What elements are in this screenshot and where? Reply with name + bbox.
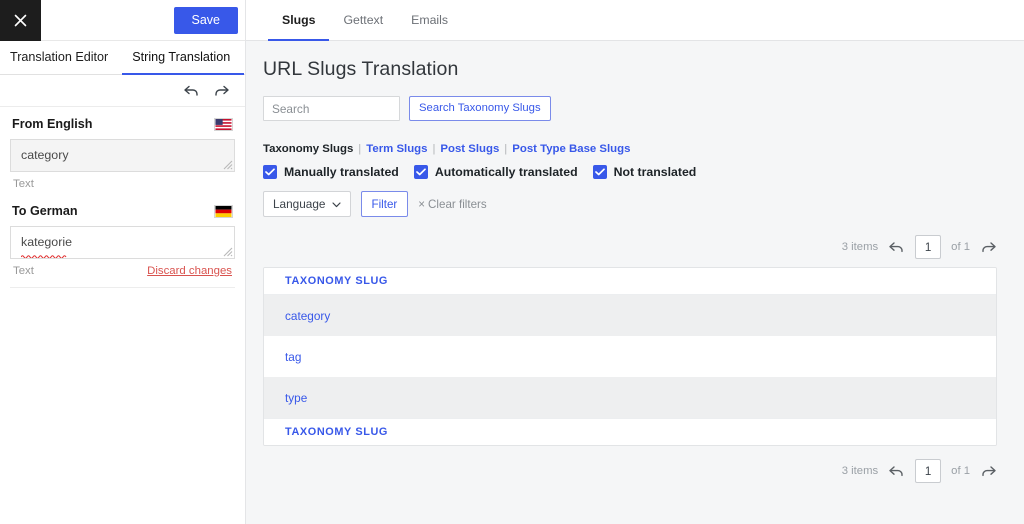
target-sub-row: Text Discard changes bbox=[10, 259, 235, 277]
filter-button[interactable]: Filter bbox=[361, 191, 409, 217]
translation-sidebar: Save Translation Editor String Translati… bbox=[0, 0, 246, 524]
main-content: URL Slugs Translation Search Taxonomy Sl… bbox=[246, 41, 1024, 524]
table-row[interactable]: tag bbox=[264, 336, 996, 377]
breadcrumb-link-post-type-base-slugs[interactable]: Post Type Base Slugs bbox=[512, 143, 630, 155]
breadcrumb-separator: | bbox=[432, 143, 435, 155]
target-textarea-wrap bbox=[10, 226, 235, 259]
prev-page-icon[interactable] bbox=[888, 241, 905, 254]
undo-icon[interactable] bbox=[183, 84, 200, 98]
breadcrumb-current-taxonomy-slugs: Taxonomy Slugs bbox=[263, 143, 353, 155]
main-panel: Slugs Gettext Emails URL Slugs Translati… bbox=[246, 0, 1024, 524]
sidebar-topbar: Save bbox=[0, 0, 245, 41]
pagination-bottom: 3 items of 1 bbox=[263, 459, 997, 483]
page-total-label: of 1 bbox=[951, 465, 970, 477]
source-textarea[interactable] bbox=[10, 139, 235, 172]
next-page-icon[interactable] bbox=[980, 241, 997, 254]
slug-link-type[interactable]: type bbox=[285, 391, 307, 405]
next-page-icon[interactable] bbox=[980, 465, 997, 478]
language-select-label: Language bbox=[273, 197, 326, 211]
sidebar-tabs: Translation Editor String Translation bbox=[0, 41, 245, 75]
tab-translation-editor[interactable]: Translation Editor bbox=[0, 41, 122, 75]
items-count: 3 items bbox=[842, 465, 878, 477]
table-footer: TAXONOMY SLUG bbox=[264, 418, 996, 445]
page-total-label: of 1 bbox=[951, 241, 970, 253]
breadcrumb-link-term-slugs[interactable]: Term Slugs bbox=[366, 143, 427, 155]
checkbox-label: Not translated bbox=[614, 165, 697, 179]
checkmark-icon bbox=[593, 165, 607, 179]
target-field-header: To German bbox=[10, 204, 235, 218]
breadcrumb-separator: | bbox=[504, 143, 507, 155]
search-input[interactable] bbox=[263, 96, 400, 121]
sidebar-divider bbox=[10, 287, 235, 288]
source-label: From English bbox=[12, 117, 92, 131]
topbar-spacer bbox=[41, 0, 174, 40]
table-row[interactable]: category bbox=[264, 295, 996, 336]
close-button[interactable] bbox=[0, 0, 41, 41]
slug-link-tag[interactable]: tag bbox=[285, 350, 301, 364]
main-tabbar: Slugs Gettext Emails bbox=[246, 0, 1024, 41]
checkbox-automatically-translated[interactable]: Automatically translated bbox=[414, 165, 578, 179]
source-sub-row: Text bbox=[10, 172, 235, 190]
source-field-block: From English bbox=[0, 107, 245, 190]
breadcrumb-separator: | bbox=[358, 143, 361, 155]
search-row: Search Taxonomy Slugs bbox=[263, 96, 997, 121]
page-title: URL Slugs Translation bbox=[263, 58, 997, 81]
filter-controls: Language Filter × Clear filters bbox=[263, 191, 997, 217]
chevron-down-icon bbox=[332, 197, 341, 211]
table-row[interactable]: type bbox=[264, 377, 996, 418]
tab-emails[interactable]: Emails bbox=[397, 0, 462, 41]
checkmark-icon bbox=[263, 165, 277, 179]
checkbox-not-translated[interactable]: Not translated bbox=[593, 165, 697, 179]
taxonomy-slugs-table: TAXONOMY SLUG category tag type TAXONOMY… bbox=[263, 267, 997, 446]
save-button[interactable]: Save bbox=[174, 7, 239, 34]
source-type-label: Text bbox=[13, 178, 34, 190]
checkmark-icon bbox=[414, 165, 428, 179]
slug-type-breadcrumb: Taxonomy Slugs | Term Slugs | Post Slugs… bbox=[263, 143, 997, 155]
page-number-input[interactable] bbox=[915, 459, 941, 483]
source-field-header: From English bbox=[10, 117, 235, 131]
slug-link-category[interactable]: category bbox=[285, 309, 330, 323]
redo-icon[interactable] bbox=[213, 84, 230, 98]
tab-string-translation[interactable]: String Translation bbox=[122, 41, 244, 75]
target-field-block: To German bbox=[0, 190, 245, 288]
language-select[interactable]: Language bbox=[263, 191, 351, 217]
breadcrumb-link-post-slugs[interactable]: Post Slugs bbox=[440, 143, 499, 155]
undo-redo-toolbar bbox=[0, 75, 245, 107]
de-flag-icon bbox=[214, 205, 233, 218]
page-number-input[interactable] bbox=[915, 235, 941, 259]
target-type-label: Text bbox=[13, 265, 34, 277]
tab-slugs[interactable]: Slugs bbox=[268, 0, 329, 41]
target-label: To German bbox=[12, 204, 78, 218]
checkbox-label: Automatically translated bbox=[435, 165, 578, 179]
tab-gettext[interactable]: Gettext bbox=[329, 0, 397, 41]
checkbox-manually-translated[interactable]: Manually translated bbox=[263, 165, 399, 179]
search-taxonomy-slugs-button[interactable]: Search Taxonomy Slugs bbox=[409, 96, 551, 121]
items-count: 3 items bbox=[842, 241, 878, 253]
translation-status-filters: Manually translated Automatically transl… bbox=[263, 165, 997, 179]
pagination-top: 3 items of 1 bbox=[263, 235, 997, 259]
us-flag-icon bbox=[214, 118, 233, 131]
source-textarea-wrap bbox=[10, 139, 235, 172]
clear-filters-label: Clear filters bbox=[428, 198, 487, 211]
spellcheck-underline-icon bbox=[21, 245, 68, 249]
checkbox-label: Manually translated bbox=[284, 165, 399, 179]
close-icon bbox=[14, 14, 27, 27]
discard-changes-link[interactable]: Discard changes bbox=[147, 265, 232, 277]
prev-page-icon[interactable] bbox=[888, 465, 905, 478]
table-header: TAXONOMY SLUG bbox=[264, 268, 996, 295]
app-root: Save Translation Editor String Translati… bbox=[0, 0, 1024, 524]
clear-filters-x-icon: × bbox=[418, 198, 425, 211]
clear-filters-link[interactable]: × Clear filters bbox=[418, 198, 486, 211]
